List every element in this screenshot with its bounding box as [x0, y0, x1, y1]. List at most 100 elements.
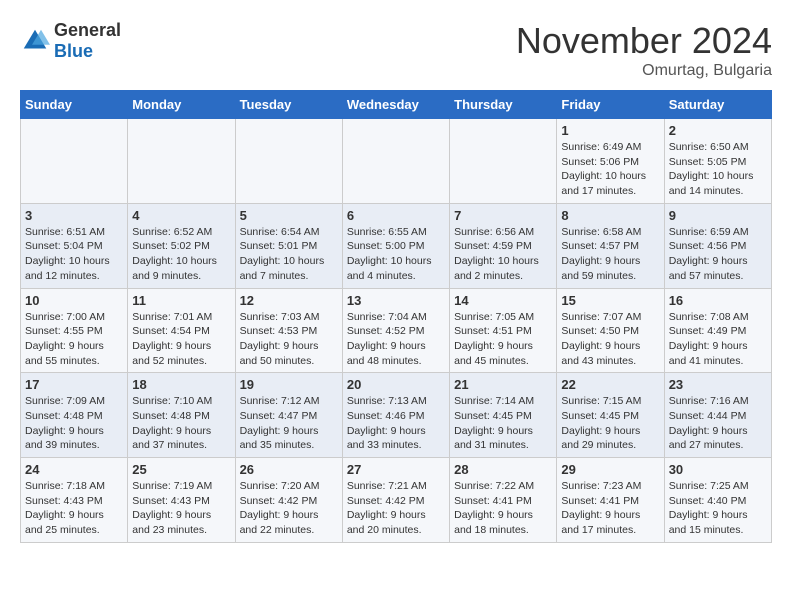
table-cell: [235, 119, 342, 204]
day-number: 14: [454, 293, 552, 308]
day-number: 8: [561, 208, 659, 223]
location-title: Omurtag, Bulgaria: [516, 62, 772, 80]
day-number: 18: [132, 377, 230, 392]
week-row-3: 10 Sunrise: 7:00 AMSunset: 4:55 PMDayligh…: [21, 288, 772, 373]
month-title: November 2024: [516, 20, 772, 62]
day-detail: Sunrise: 6:56 AMSunset: 4:59 PMDaylight:…: [454, 225, 552, 284]
table-cell: 18 Sunrise: 7:10 AMSunset: 4:48 PMDayligh…: [128, 373, 235, 458]
day-detail: Sunrise: 7:19 AMSunset: 4:43 PMDaylight:…: [132, 479, 230, 538]
day-detail: Sunrise: 7:09 AMSunset: 4:48 PMDaylight:…: [25, 394, 123, 453]
table-cell: 7 Sunrise: 6:56 AMSunset: 4:59 PMDaylight…: [450, 203, 557, 288]
day-number: 15: [561, 293, 659, 308]
table-cell: 8 Sunrise: 6:58 AMSunset: 4:57 PMDaylight…: [557, 203, 664, 288]
table-cell: 17Sunrise: 7:09 AMSunset: 4:48 PMDayligh…: [21, 373, 128, 458]
logo-blue: Blue: [54, 41, 93, 61]
logo-general: General: [54, 20, 121, 40]
table-cell: 13Sunrise: 7:04 AMSunset: 4:52 PMDayligh…: [342, 288, 449, 373]
table-cell: [342, 119, 449, 204]
calendar-table: SundayMondayTuesdayWednesdayThursdayFrid…: [20, 90, 772, 543]
day-detail: Sunrise: 7:14 AMSunset: 4:45 PMDaylight:…: [454, 394, 552, 453]
day-detail: Sunrise: 7:04 AMSunset: 4:52 PMDaylight:…: [347, 310, 445, 369]
weekday-header-friday: Friday: [557, 91, 664, 119]
calendar-body: 1Sunrise: 6:49 AMSunset: 5:06 PMDaylight…: [21, 119, 772, 543]
table-cell: 24 Sunrise: 7:18 AMSunset: 4:43 PMDayligh…: [21, 458, 128, 543]
table-cell: 4 Sunrise: 6:52 AMSunset: 5:02 PMDaylight…: [128, 203, 235, 288]
day-number: 11: [132, 293, 230, 308]
table-cell: 3 Sunrise: 6:51 AMSunset: 5:04 PMDaylight…: [21, 203, 128, 288]
logo: General Blue: [20, 20, 121, 62]
day-detail: Sunrise: 7:15 AMSunset: 4:45 PMDaylight:…: [561, 394, 659, 453]
day-number: 27: [347, 462, 445, 477]
day-detail: Sunrise: 7:08 AMSunset: 4:49 PMDaylight:…: [669, 310, 767, 369]
table-cell: 15Sunrise: 7:07 AMSunset: 4:50 PMDayligh…: [557, 288, 664, 373]
day-detail: Sunrise: 6:58 AMSunset: 4:57 PMDaylight:…: [561, 225, 659, 284]
day-detail: Sunrise: 7:05 AMSunset: 4:51 PMDaylight:…: [454, 310, 552, 369]
day-number: 21: [454, 377, 552, 392]
table-cell: 9 Sunrise: 6:59 AMSunset: 4:56 PMDaylight…: [664, 203, 771, 288]
day-detail: Sunrise: 7:18 AMSunset: 4:43 PMDaylight:…: [25, 479, 123, 538]
day-number: 10: [25, 293, 123, 308]
table-cell: 30Sunrise: 7:25 AMSunset: 4:40 PMDayligh…: [664, 458, 771, 543]
table-cell: 11Sunrise: 7:01 AMSunset: 4:54 PMDayligh…: [128, 288, 235, 373]
day-number: 5: [240, 208, 338, 223]
table-cell: 29 Sunrise: 7:23 AMSunset: 4:41 PMDayligh…: [557, 458, 664, 543]
table-cell: [128, 119, 235, 204]
day-number: 25: [132, 462, 230, 477]
weekday-header-monday: Monday: [128, 91, 235, 119]
day-detail: Sunrise: 6:52 AMSunset: 5:02 PMDaylight:…: [132, 225, 230, 284]
day-detail: Sunrise: 7:25 AMSunset: 4:40 PMDaylight:…: [669, 479, 767, 538]
day-detail: Sunrise: 7:23 AMSunset: 4:41 PMDaylight:…: [561, 479, 659, 538]
week-row-4: 17Sunrise: 7:09 AMSunset: 4:48 PMDayligh…: [21, 373, 772, 458]
day-detail: Sunrise: 6:54 AMSunset: 5:01 PMDaylight:…: [240, 225, 338, 284]
day-number: 16: [669, 293, 767, 308]
weekday-header-tuesday: Tuesday: [235, 91, 342, 119]
table-cell: 20 Sunrise: 7:13 AMSunset: 4:46 PMDayligh…: [342, 373, 449, 458]
table-cell: 10 Sunrise: 7:00 AMSunset: 4:55 PMDayligh…: [21, 288, 128, 373]
logo-icon: [20, 26, 50, 56]
weekday-header-thursday: Thursday: [450, 91, 557, 119]
table-cell: 1Sunrise: 6:49 AMSunset: 5:06 PMDaylight…: [557, 119, 664, 204]
table-cell: [21, 119, 128, 204]
day-number: 4: [132, 208, 230, 223]
week-row-2: 3 Sunrise: 6:51 AMSunset: 5:04 PMDaylight…: [21, 203, 772, 288]
day-number: 29: [561, 462, 659, 477]
table-cell: [450, 119, 557, 204]
table-cell: 23 Sunrise: 7:16 AMSunset: 4:44 PMDayligh…: [664, 373, 771, 458]
day-detail: Sunrise: 7:22 AMSunset: 4:41 PMDaylight:…: [454, 479, 552, 538]
table-cell: 14 Sunrise: 7:05 AMSunset: 4:51 PMDayligh…: [450, 288, 557, 373]
day-number: 2: [669, 123, 767, 138]
page-header: General Blue November 2024 Omurtag, Bulg…: [20, 20, 772, 80]
table-cell: 26Sunrise: 7:20 AMSunset: 4:42 PMDayligh…: [235, 458, 342, 543]
day-number: 23: [669, 377, 767, 392]
day-detail: Sunrise: 6:50 AMSunset: 5:05 PMDaylight:…: [669, 140, 767, 199]
day-number: 19: [240, 377, 338, 392]
table-cell: 22Sunrise: 7:15 AMSunset: 4:45 PMDayligh…: [557, 373, 664, 458]
day-detail: Sunrise: 6:59 AMSunset: 4:56 PMDaylight:…: [669, 225, 767, 284]
weekday-header-row: SundayMondayTuesdayWednesdayThursdayFrid…: [21, 91, 772, 119]
day-detail: Sunrise: 7:21 AMSunset: 4:42 PMDaylight:…: [347, 479, 445, 538]
table-cell: 25 Sunrise: 7:19 AMSunset: 4:43 PMDayligh…: [128, 458, 235, 543]
table-cell: 27 Sunrise: 7:21 AMSunset: 4:42 PMDayligh…: [342, 458, 449, 543]
day-detail: Sunrise: 6:49 AMSunset: 5:06 PMDaylight:…: [561, 140, 659, 199]
day-number: 12: [240, 293, 338, 308]
calendar-header: SundayMondayTuesdayWednesdayThursdayFrid…: [21, 91, 772, 119]
day-detail: Sunrise: 7:12 AMSunset: 4:47 PMDaylight:…: [240, 394, 338, 453]
weekday-header-saturday: Saturday: [664, 91, 771, 119]
day-number: 7: [454, 208, 552, 223]
day-detail: Sunrise: 7:00 AMSunset: 4:55 PMDaylight:…: [25, 310, 123, 369]
table-cell: 12 Sunrise: 7:03 AMSunset: 4:53 PMDayligh…: [235, 288, 342, 373]
day-number: 28: [454, 462, 552, 477]
week-row-5: 24 Sunrise: 7:18 AMSunset: 4:43 PMDayligh…: [21, 458, 772, 543]
title-area: November 2024 Omurtag, Bulgaria: [516, 20, 772, 80]
day-number: 9: [669, 208, 767, 223]
day-number: 24: [25, 462, 123, 477]
day-detail: Sunrise: 7:13 AMSunset: 4:46 PMDaylight:…: [347, 394, 445, 453]
table-cell: 19 Sunrise: 7:12 AMSunset: 4:47 PMDayligh…: [235, 373, 342, 458]
day-number: 20: [347, 377, 445, 392]
day-detail: Sunrise: 7:16 AMSunset: 4:44 PMDaylight:…: [669, 394, 767, 453]
day-detail: Sunrise: 7:10 AMSunset: 4:48 PMDaylight:…: [132, 394, 230, 453]
day-number: 3: [25, 208, 123, 223]
day-detail: Sunrise: 6:51 AMSunset: 5:04 PMDaylight:…: [25, 225, 123, 284]
day-number: 6: [347, 208, 445, 223]
day-detail: Sunrise: 7:03 AMSunset: 4:53 PMDaylight:…: [240, 310, 338, 369]
